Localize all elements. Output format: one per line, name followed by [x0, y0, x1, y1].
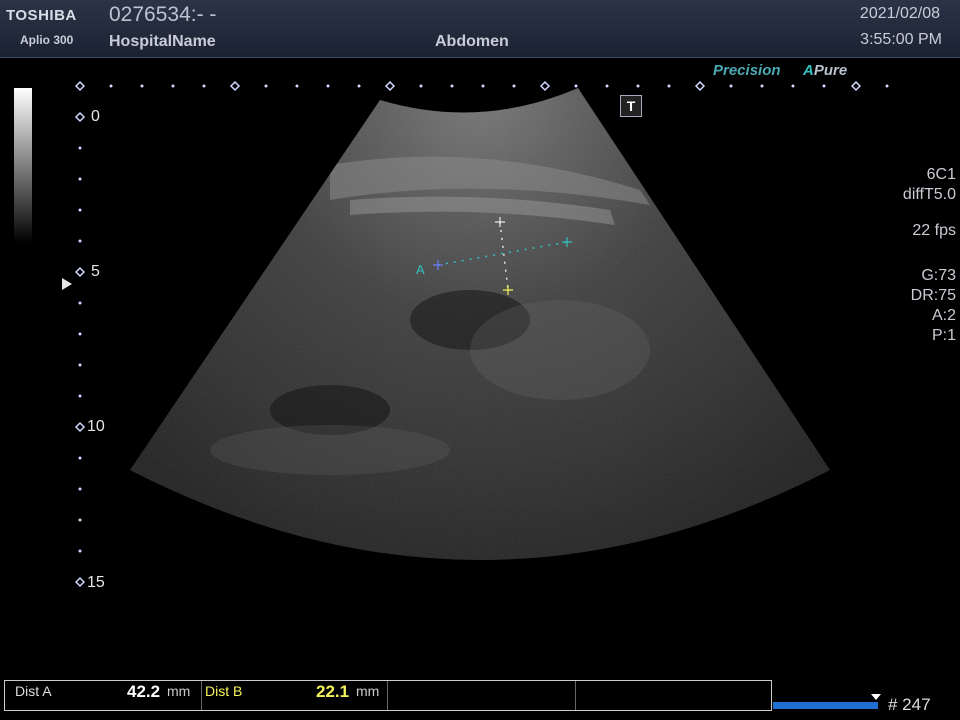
- depth-label-0: 0: [91, 108, 100, 125]
- measurement-dist-b[interactable]: Dist B 22.1 mm: [201, 681, 388, 710]
- apure-label: Pure: [813, 62, 848, 79]
- cine-bar[interactable]: [773, 702, 878, 709]
- measurement-unit: mm: [356, 683, 380, 699]
- measurement-value: 42.2: [127, 682, 161, 701]
- depth-label-15: 15: [87, 574, 105, 591]
- t-marker-button[interactable]: T: [620, 95, 642, 117]
- dynamic-range-value: DR:75: [910, 287, 956, 304]
- depth-label-5: 5: [91, 263, 100, 280]
- measurement-value: 22.1: [316, 682, 350, 701]
- probe-info: 6C1 diffT5.0: [903, 165, 956, 205]
- p-value: P:1: [931, 327, 956, 344]
- measurement-unit: mm: [167, 683, 191, 699]
- precision-tag: Precision: [713, 62, 781, 79]
- frame-rate: 22 fps: [912, 222, 956, 239]
- frame-number: # 247: [888, 695, 931, 714]
- measurement-bar: Dist A 42.2 mm Dist B 22.1 mm: [4, 680, 772, 711]
- lateral-scale: [74, 80, 862, 92]
- apure-prefix: A: [803, 62, 814, 79]
- apure-tag: APure: [803, 62, 847, 79]
- measurement-label: Dist B: [205, 683, 243, 699]
- image-params: G:73 DR:75 A:2 P:1: [911, 266, 956, 346]
- caliper-a-label: A: [416, 262, 425, 277]
- measurement-label: Dist A: [15, 683, 52, 699]
- measurement-dist-a[interactable]: Dist A 42.2 mm: [5, 681, 202, 710]
- grayscale-bar: [14, 88, 32, 243]
- measurement-slot-empty[interactable]: [387, 681, 576, 710]
- probe-name: 6C1: [926, 166, 956, 183]
- ultrasound-image: [74, 80, 889, 588]
- a-value: A:2: [931, 307, 956, 324]
- measurement-slot-empty[interactable]: [575, 681, 771, 710]
- gain-value: G:73: [921, 267, 956, 284]
- depth-label-10: 10: [87, 418, 105, 435]
- preset-name: diffT5.0: [902, 186, 956, 203]
- cine-pointer-icon[interactable]: [871, 694, 881, 700]
- depth-scale: [74, 111, 86, 588]
- focus-marker-icon[interactable]: [62, 278, 72, 290]
